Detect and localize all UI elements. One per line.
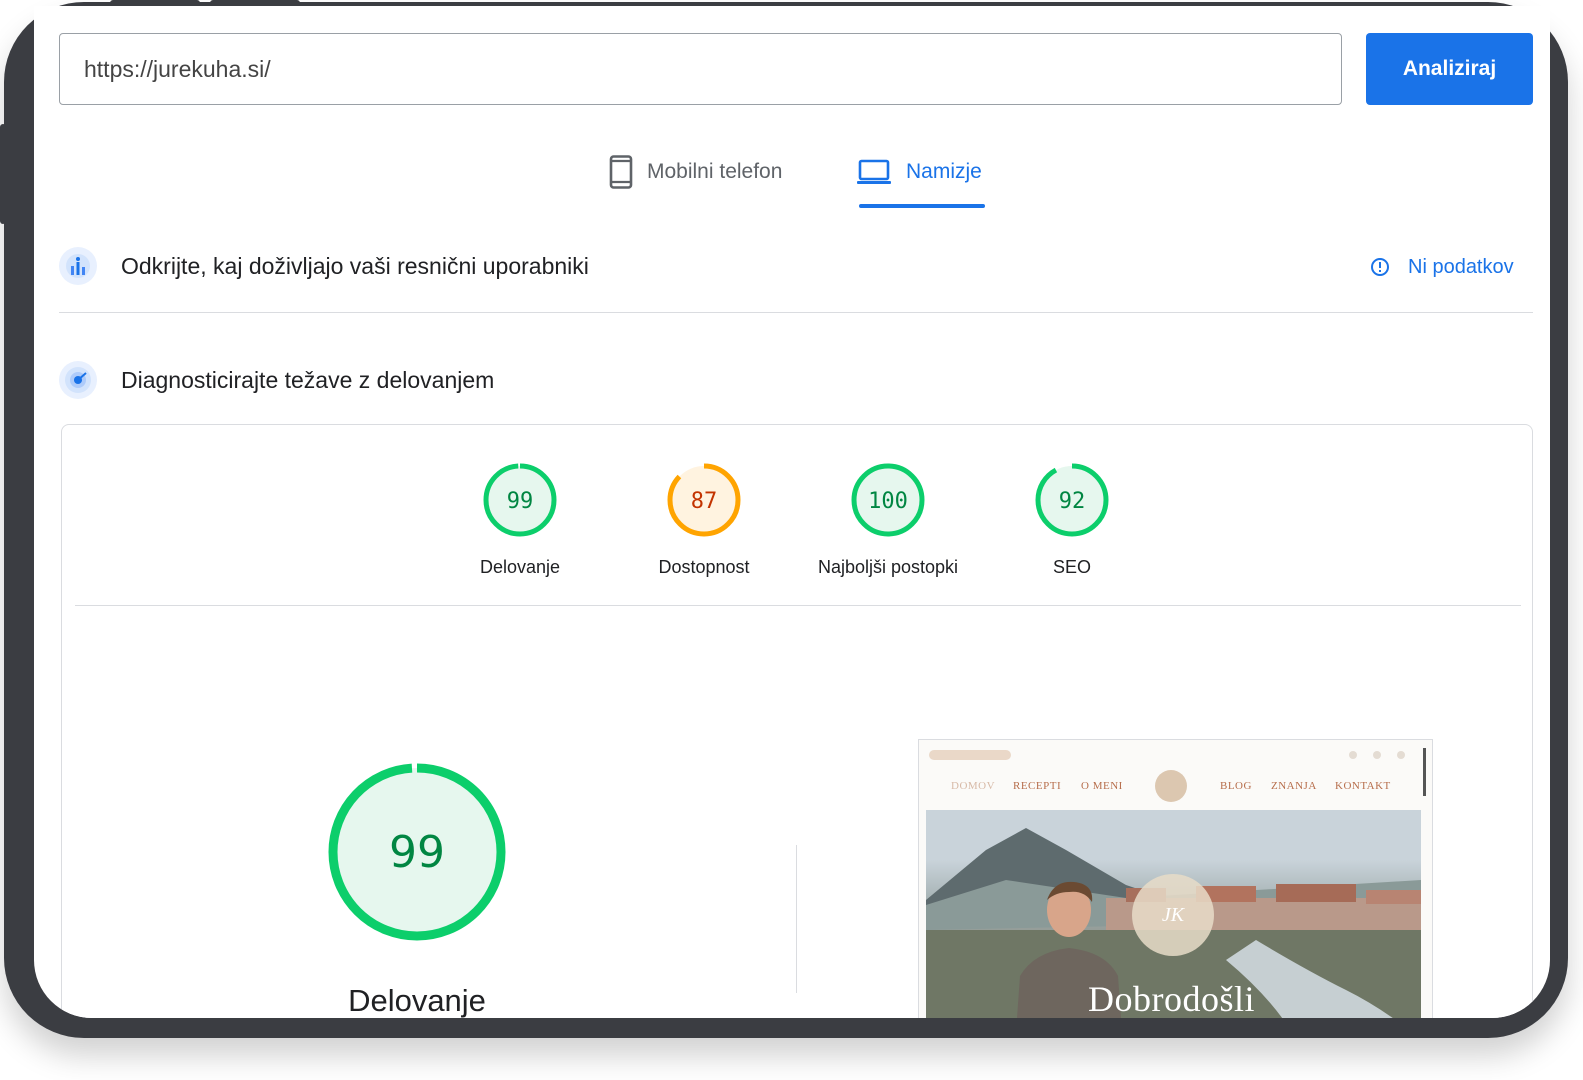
tab-mobile[interactable]: Mobilni telefon (609, 150, 782, 194)
thumb-dot (1349, 751, 1357, 759)
url-value: https://jurekuha.si/ (84, 55, 271, 82)
gauge-accessibility[interactable]: 87 Dostopnost (614, 461, 794, 578)
tab-mobile-label: Mobilni telefon (647, 160, 783, 183)
vertical-divider (796, 845, 797, 993)
gauge-ring: 92 (1035, 463, 1109, 537)
gauge-ring: 100 (851, 463, 925, 537)
gauge-label: Dostopnost (658, 557, 750, 577)
gauge-performance[interactable]: 99 Delovanje (430, 461, 610, 578)
main-gauge-ring: 99 (328, 763, 506, 941)
section-divider (59, 312, 1533, 313)
thumb-nav-item: O MENI (1081, 780, 1123, 792)
main-performance-gauge: 99 (324, 759, 510, 950)
gauge-seo[interactable]: 92 SEO (982, 461, 1162, 578)
thumb-nav-item: BLOG (1220, 780, 1252, 792)
gauge-score: 92 (1059, 489, 1086, 514)
thumb-nav-item: KONTAKT (1335, 780, 1391, 792)
gauge-label: Najboljši postopki (817, 557, 959, 577)
thumb-scrollbar (1423, 748, 1426, 796)
no-data-label: Ni podatkov (1408, 255, 1514, 278)
laptop-icon (857, 159, 891, 184)
smartphone-icon (609, 155, 633, 189)
tab-desktop[interactable]: Namizje (856, 150, 982, 194)
thumb-topbar (929, 750, 1011, 760)
analyze-button[interactable]: Analiziraj (1366, 33, 1533, 105)
tablet-frame: https://jurekuha.si/ Analiziraj Mobilni … (0, 0, 1568, 1038)
gauge-score: 100 (868, 489, 908, 514)
field-data-header: Odkrijte, kaj doživljajo vaši resnični u… (59, 244, 589, 288)
info-icon (1371, 258, 1389, 276)
no-data-link[interactable]: Ni podatkov (1370, 252, 1514, 282)
hero-logo-badge: JK (1132, 874, 1214, 956)
gauge-ring: 99 (483, 463, 557, 537)
gauge-ring: 87 (667, 463, 741, 537)
report-card: 99 Delovanje 87 Dostopnost 100 Najboljši… (61, 424, 1533, 1018)
users-chart-icon (59, 247, 97, 285)
field-data-title: Odkrijte, kaj doživljajo vaši resnični u… (121, 252, 589, 279)
thumb-logo (1155, 770, 1187, 802)
hero-heading: Dobrodošli (1088, 979, 1255, 1018)
gauge-best-practices[interactable]: 100 Najboljši postopki (798, 461, 978, 578)
score-gauges: 99 Delovanje 87 Dostopnost 100 Najboljši… (62, 461, 1532, 591)
thumb-nav-item: DOMOV (951, 780, 996, 792)
thumb-nav-item: RECEPTI (1013, 780, 1062, 792)
url-input[interactable]: https://jurekuha.si/ (59, 33, 1342, 105)
lab-data-title: Diagnosticirajte težave z delovanjem (121, 366, 495, 393)
gauge-score: 87 (691, 489, 718, 514)
diagnose-icon (59, 361, 97, 399)
gauge-label: SEO (1052, 557, 1091, 577)
thumb-nav-item: ZNANJA (1271, 780, 1317, 792)
screen: https://jurekuha.si/ Analiziraj Mobilni … (34, 6, 1550, 1018)
page-screenshot: DOMOV RECEPTI O MENI BLOG ZNANJA KONTAKT (918, 739, 1433, 1018)
device-button (0, 124, 6, 224)
report-divider (75, 605, 1521, 606)
main-score: 99 (389, 827, 445, 878)
main-score-label: Delovanje (348, 983, 486, 1018)
active-tab-indicator (859, 204, 985, 208)
gauge-label: Delovanje (479, 557, 561, 577)
thumb-dot (1397, 751, 1405, 759)
thumb-hero-image: JK Dobrodošli (926, 810, 1421, 1018)
tab-desktop-label: Namizje (906, 160, 982, 183)
lab-data-header: Diagnosticirajte težave z delovanjem (59, 358, 494, 402)
thumb-dot (1373, 751, 1381, 759)
gauge-score: 99 (507, 489, 534, 514)
